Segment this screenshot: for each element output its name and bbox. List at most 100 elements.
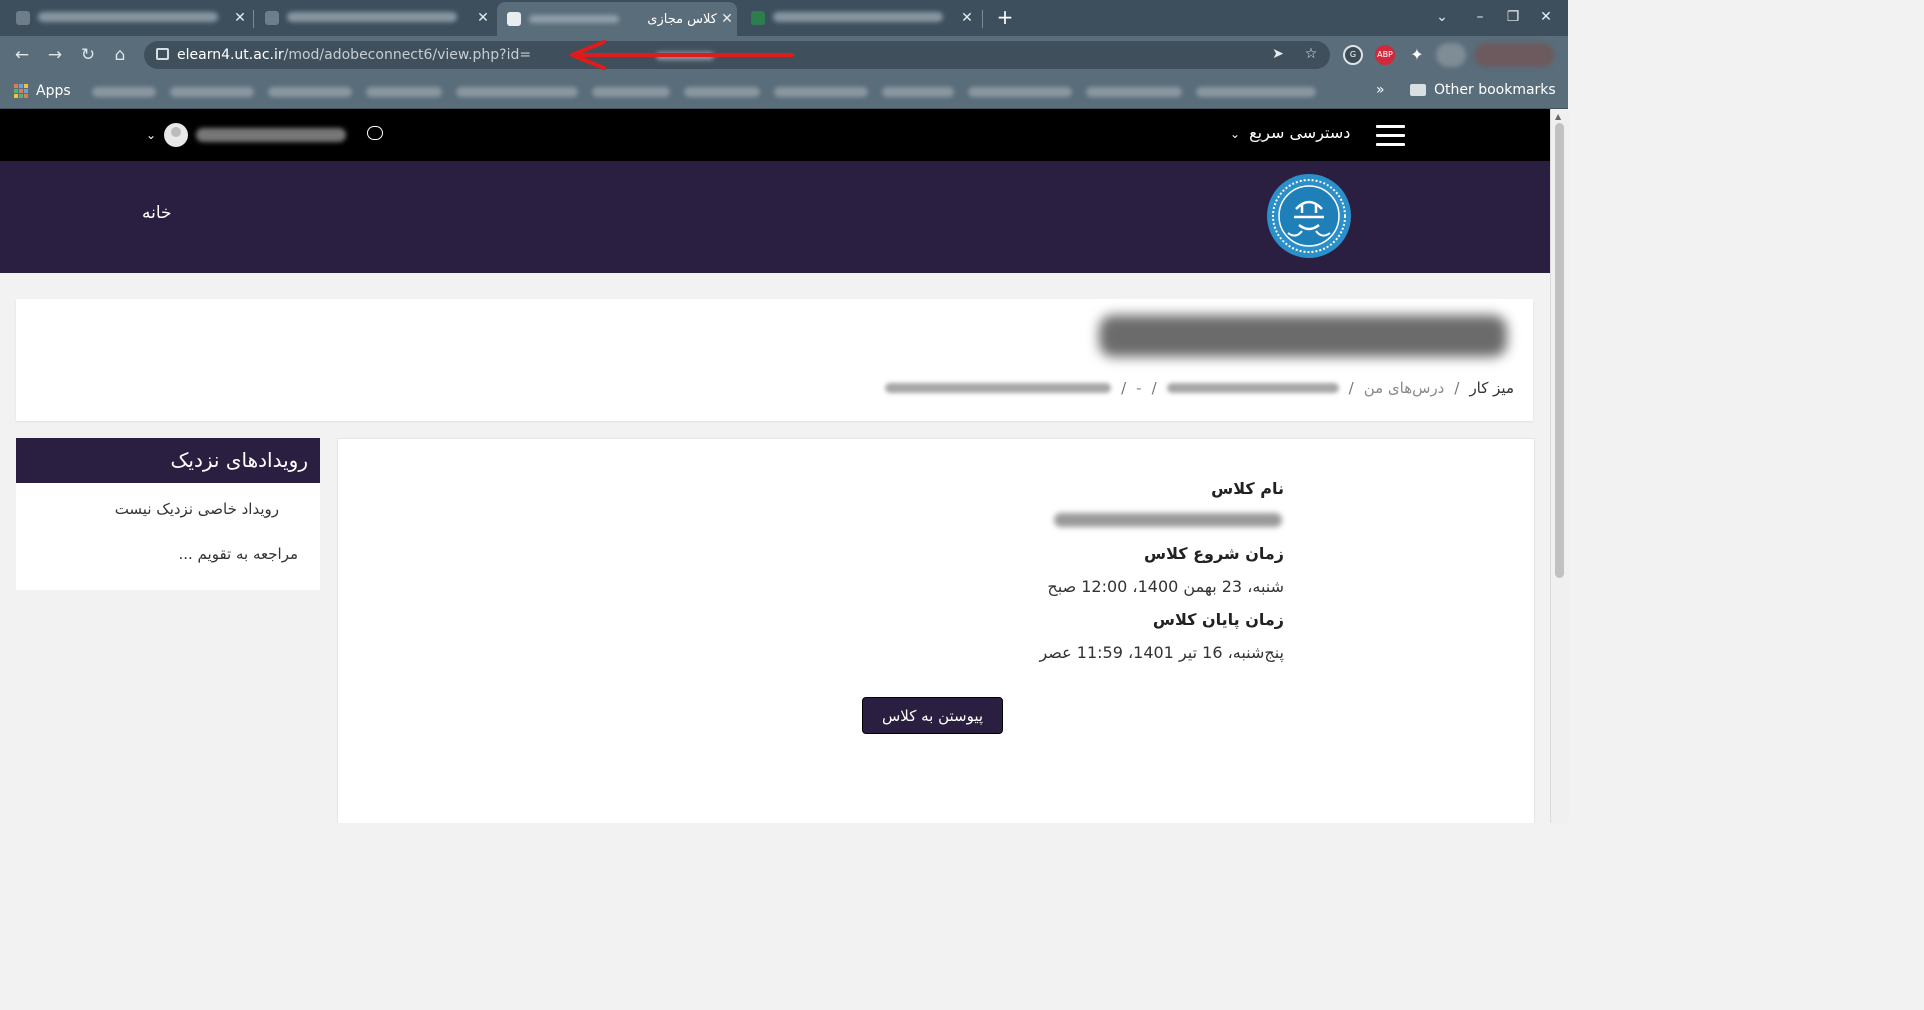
apps-label: Apps: [36, 83, 71, 99]
lock-icon: [156, 48, 169, 60]
extensions-puzzle-icon[interactable]: ✦: [1407, 45, 1427, 65]
join-class-button[interactable]: پیوستن به کلاس: [862, 697, 1003, 734]
forward-icon[interactable]: →: [43, 44, 67, 66]
tab-favicon-icon: [16, 11, 30, 25]
tab-title: [38, 11, 230, 26]
bookmark-item[interactable]: [1196, 87, 1316, 97]
url-path: /mod/adobeconnect6/view.php?id=: [283, 47, 532, 63]
bookmark-item[interactable]: [170, 87, 254, 97]
messages-icon[interactable]: [367, 126, 383, 140]
grammarly-extension-icon[interactable]: G: [1343, 45, 1363, 65]
new-tab-icon[interactable]: +: [994, 6, 1016, 28]
tab-title: کلاس مجازی: [647, 11, 717, 27]
home-icon[interactable]: ⌂: [108, 44, 132, 66]
end-time-label: زمان پایان کلاس: [1152, 610, 1284, 629]
browser-tab[interactable]: ✕: [741, 4, 977, 32]
more-bookmarks-chevron-icon[interactable]: »: [1376, 82, 1385, 98]
bookmark-item[interactable]: [1086, 87, 1182, 97]
browser-tab-active[interactable]: کلاس مجازی ✕: [497, 2, 737, 36]
upcoming-events-title: رویدادهای نزدیک: [16, 438, 320, 483]
tab-search-icon[interactable]: ⌄: [1428, 6, 1456, 28]
scroll-up-icon[interactable]: ▲: [1555, 112, 1561, 121]
apps-shortcut[interactable]: Apps: [14, 83, 71, 99]
site-top-navbar: ⌄ دسترسی سریع ⌄: [0, 109, 1550, 161]
browser-tab[interactable]: ✕: [6, 4, 250, 32]
profile-avatar-icon[interactable]: [1436, 43, 1466, 67]
web-page: ⌄ دسترسی سریع ⌄ خانه میز کار / درس‌های م…: [0, 109, 1550, 823]
breadcrumb: میز کار / درس‌های من / / - /: [885, 379, 1514, 397]
close-tab-icon[interactable]: ✕: [957, 10, 977, 26]
bookmark-item[interactable]: [968, 87, 1072, 97]
end-time-value: پنج‌شنبه، 16 تیر 1401، 11:59 عصر: [1039, 643, 1284, 662]
class-name-label: نام کلاس: [1211, 479, 1284, 498]
profile-extras-redacted: [1474, 43, 1554, 67]
reload-icon[interactable]: ↻: [76, 44, 100, 66]
bookmark-item[interactable]: [592, 87, 670, 97]
bookmarks-bar: Apps » Other bookmarks: [0, 74, 1568, 109]
close-window-icon[interactable]: ✕: [1532, 6, 1560, 28]
university-logo[interactable]: [1266, 173, 1352, 259]
close-tab-icon[interactable]: ✕: [473, 10, 493, 26]
apps-grid-icon: [14, 84, 28, 98]
start-time-label: زمان شروع کلاس: [1143, 544, 1284, 563]
bookmark-item[interactable]: [882, 87, 954, 97]
breadcrumb-class-redacted[interactable]: [885, 383, 1112, 393]
user-menu[interactable]: ⌄: [146, 123, 347, 147]
quick-access-label: دسترسی سریع: [1249, 123, 1351, 142]
go-to-calendar-link[interactable]: ... مراجعه به تقویم: [178, 545, 298, 563]
browser-tab[interactable]: ✕: [255, 4, 493, 32]
class-name-redacted: [1054, 513, 1282, 527]
minimize-icon[interactable]: –: [1466, 6, 1494, 28]
tab-favicon-icon: [265, 11, 279, 25]
no-events-text: رویداد خاصی نزدیک نیست: [114, 500, 279, 518]
breadcrumb-separator: /: [1348, 379, 1354, 397]
breadcrumb-separator: /: [1454, 379, 1460, 397]
breadcrumb-separator: /: [1121, 379, 1127, 397]
bookmark-item[interactable]: [456, 87, 578, 97]
chevron-down-icon: ⌄: [1230, 127, 1241, 141]
other-bookmarks-label: Other bookmarks: [1434, 82, 1556, 98]
other-bookmarks[interactable]: Other bookmarks: [1410, 82, 1556, 98]
chevron-down-icon: ⌄: [146, 128, 157, 142]
url-text[interactable]: elearn4.ut.ac.ir/mod/adobeconnect6/view.…: [177, 47, 531, 63]
tab-title: [773, 11, 957, 26]
tab-title-blurred: [529, 15, 619, 23]
bookmark-item[interactable]: [366, 87, 442, 97]
breadcrumb-dashboard[interactable]: میز کار: [1469, 379, 1514, 397]
back-icon[interactable]: ←: [10, 44, 34, 66]
page-scrollbar[interactable]: ▲: [1550, 109, 1569, 823]
start-time-value: شنبه، 23 بهمن 1400، 12:00 صبح: [1047, 577, 1284, 596]
restore-icon[interactable]: ❐: [1499, 6, 1527, 28]
tab-divider: [982, 10, 983, 28]
breadcrumb-separator: /: [1151, 379, 1157, 397]
tab-favicon-icon: [507, 12, 521, 26]
scrollbar-thumb[interactable]: [1555, 123, 1564, 578]
folder-icon: [1410, 84, 1426, 96]
avatar: [164, 123, 189, 147]
adblock-extension-icon[interactable]: ABP: [1375, 45, 1395, 65]
bookmark-item[interactable]: [92, 87, 156, 97]
hamburger-menu-icon[interactable]: [1376, 125, 1405, 146]
tab-divider: [253, 10, 254, 28]
course-header-card: میز کار / درس‌های من / / - /: [16, 299, 1533, 421]
nav-home-link[interactable]: خانه: [142, 203, 172, 223]
quick-access-menu[interactable]: دسترسی سریع ⌄: [1230, 123, 1350, 142]
tab-favicon-icon: [751, 11, 765, 25]
browser-tab-strip: ✕ ✕ کلاس مجازی ✕ ✕ + ⌄ – ❐ ✕: [0, 0, 1568, 36]
annotation-arrow: [570, 40, 794, 70]
bookmark-item[interactable]: [684, 87, 760, 97]
close-tab-icon[interactable]: ✕: [230, 10, 250, 26]
brand-header: خانه: [0, 161, 1550, 273]
breadcrumb-category-redacted[interactable]: [1166, 383, 1339, 393]
class-info-card: نام کلاس زمان شروع کلاس شنبه، 23 بهمن 14…: [337, 438, 1535, 823]
bookmark-item[interactable]: [268, 87, 352, 97]
username-redacted: [196, 128, 347, 142]
close-tab-icon[interactable]: ✕: [717, 11, 737, 27]
bookmark-star-icon[interactable]: ☆: [1301, 46, 1321, 64]
bookmark-item[interactable]: [774, 87, 868, 97]
course-title-redacted: [1099, 315, 1507, 357]
breadcrumb-my-courses[interactable]: درس‌های من: [1364, 379, 1445, 397]
send-tab-icon[interactable]: ➤: [1268, 46, 1288, 64]
upcoming-events-block: رویدادهای نزدیک رویداد خاصی نزدیک نیست .…: [16, 438, 320, 590]
breadcrumb-dash: -: [1136, 379, 1142, 397]
